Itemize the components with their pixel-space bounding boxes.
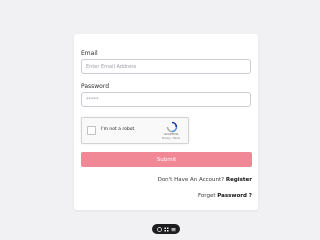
floating-toolbar <box>152 224 180 234</box>
grid-icon[interactable] <box>164 227 169 232</box>
password-field[interactable]: ***** <box>81 92 251 107</box>
recaptcha-widget: I'm not a robot reCAPTCHA Privacy - Term… <box>81 117 189 144</box>
email-field[interactable]: Enter Email Address <box>81 59 251 74</box>
menu-icon[interactable] <box>171 227 176 232</box>
forgot-prompt: Forget <box>197 193 216 199</box>
recaptcha-logo-icon <box>166 121 178 133</box>
register-row: Don't Have An Account? Register <box>157 177 252 184</box>
recaptcha-checkbox[interactable] <box>87 126 96 135</box>
forgot-row: Forget Password ? <box>197 193 252 200</box>
register-prompt: Don't Have An Account? <box>157 177 225 183</box>
login-card: Email Enter Email Address Password *****… <box>74 34 258 210</box>
submit-button[interactable]: Submit <box>81 152 252 167</box>
email-label: Email <box>81 50 98 57</box>
forgot-password-link[interactable]: Password ? <box>217 193 252 199</box>
recaptcha-terms-link[interactable]: Privacy - Terms <box>156 137 186 141</box>
register-link[interactable]: Register <box>226 177 252 183</box>
chat-icon[interactable] <box>156 226 162 232</box>
password-label: Password <box>81 83 110 90</box>
recaptcha-label: I'm not a robot <box>101 127 135 132</box>
